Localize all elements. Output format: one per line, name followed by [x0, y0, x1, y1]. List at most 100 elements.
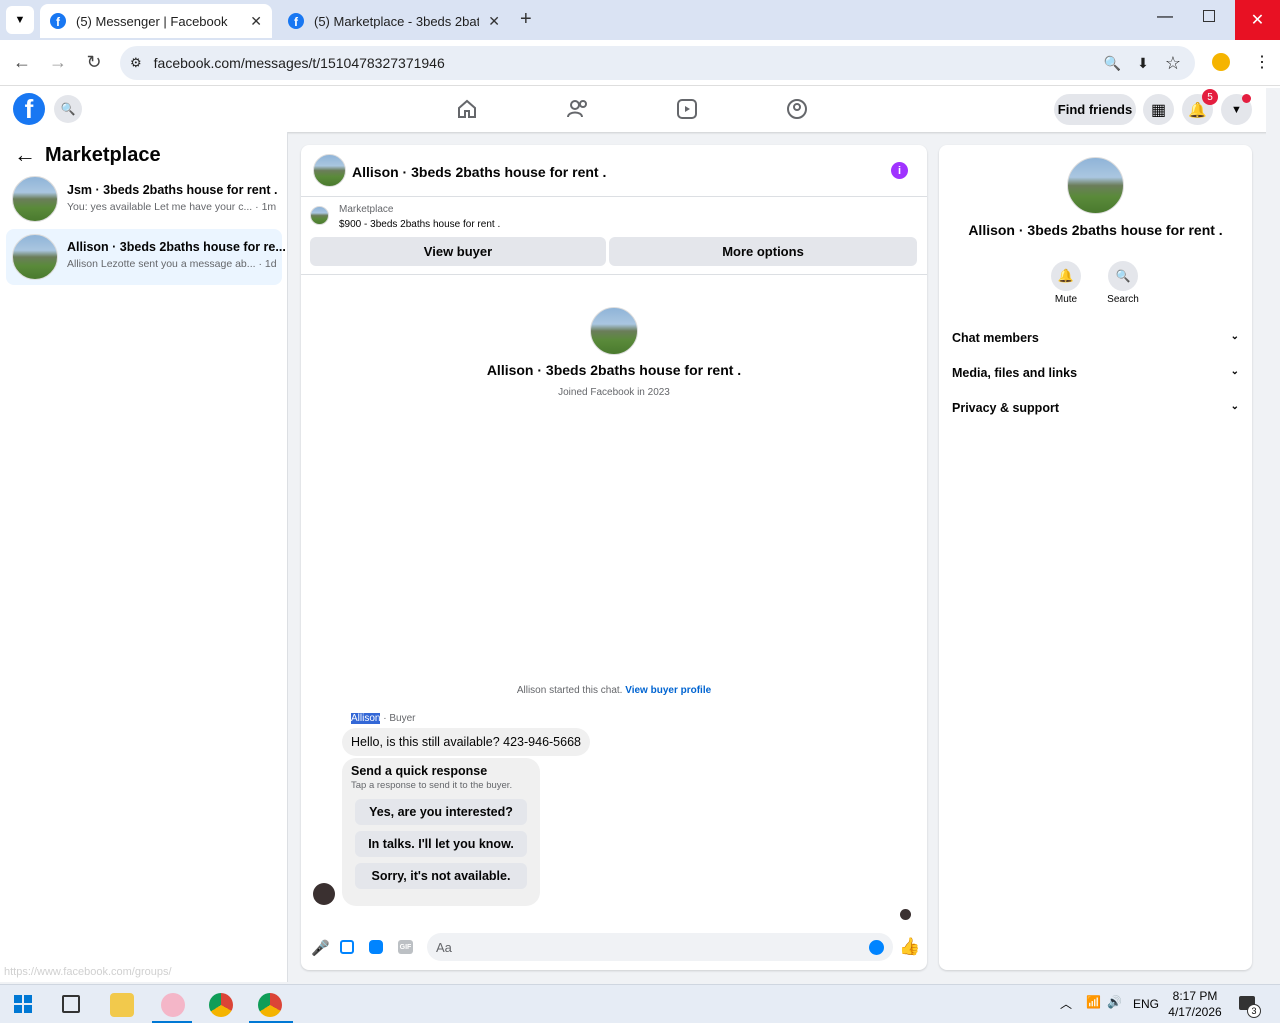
network-icon[interactable]: 📶: [1086, 995, 1101, 1009]
quick-response-subtitle: Tap a response to send it to the buyer.: [351, 780, 513, 791]
mute-bell-icon[interactable]: 🔔: [1051, 261, 1081, 291]
microphone-icon[interactable]: 🎤: [311, 939, 330, 957]
quick-reply-in-talks-button[interactable]: In talks. I'll let you know.: [355, 831, 527, 857]
search-icon[interactable]: 🔍: [1108, 261, 1138, 291]
quick-reply-yes-button[interactable]: Yes, are you interested?: [355, 799, 527, 825]
extension-icon[interactable]: [1212, 53, 1230, 71]
groups-icon[interactable]: [786, 98, 808, 120]
sender-label: Allison · Buyer: [351, 713, 416, 724]
emoji-icon[interactable]: [869, 940, 884, 955]
chevron-down-icon: ⌄: [1230, 401, 1239, 412]
section-media-files-links[interactable]: Media, files and links ⌄: [952, 366, 1239, 380]
quick-reply-not-available-button[interactable]: Sorry, it's not available.: [355, 863, 527, 889]
search-icon[interactable]: 🔍: [54, 95, 82, 123]
page-scrollbar[interactable]: [1266, 88, 1280, 982]
quick-response-card: Send a quick response Tap a response to …: [342, 758, 540, 906]
file-explorer-icon[interactable]: [110, 993, 134, 1017]
reload-icon[interactable]: ↻: [80, 52, 108, 73]
info-avatar[interactable]: [1067, 157, 1124, 214]
volume-icon[interactable]: 🔊: [1107, 995, 1122, 1009]
search-label: Search: [1107, 294, 1139, 305]
mute-label: Mute: [1054, 294, 1078, 305]
thread-avatar: [12, 234, 58, 280]
photo-icon[interactable]: [340, 940, 354, 954]
view-buyer-profile-link[interactable]: View buyer profile: [625, 685, 711, 696]
install-icon[interactable]: ⬇: [1137, 55, 1149, 72]
divider: [301, 196, 927, 197]
like-thumb-icon[interactable]: 👍: [899, 937, 920, 957]
browser-tab-bar: ▼ f (5) Messenger | Facebook ✕ f (5) Mar…: [0, 0, 1280, 40]
info-name: Allison · 3beds 2baths house for rent .: [968, 222, 1223, 238]
find-friends-button[interactable]: Find friends: [1054, 94, 1136, 125]
facebook-favicon-icon: f: [50, 13, 66, 29]
chat-started-notice: Allison started this chat. View buyer pr…: [516, 685, 712, 696]
address-bar[interactable]: ⚙ facebook.com/messages/t/15104783273719…: [120, 46, 1195, 80]
snipping-tool-icon[interactable]: [161, 993, 185, 1017]
facebook-header: f 🔍 Find friends ▦ 🔔 5 ▼: [0, 86, 1280, 132]
thread-snippet: You: yes available Let me have your c...…: [67, 201, 277, 213]
notification-count-badge: 3: [1247, 1004, 1261, 1018]
tab-title: (5) Marketplace - 3beds 2baths: [314, 13, 479, 29]
clock-date: 4/17/2026: [1168, 1005, 1222, 1019]
forward-icon[interactable]: →: [44, 52, 72, 73]
message-input[interactable]: Aa: [427, 933, 893, 961]
chevron-down-icon: ⌄: [1230, 366, 1239, 377]
tab-messenger[interactable]: f (5) Messenger | Facebook ✕: [40, 4, 272, 38]
close-tab-icon[interactable]: ✕: [250, 13, 262, 30]
tab-marketplace[interactable]: f (5) Marketplace - 3beds 2baths ✕: [278, 4, 510, 38]
clock[interactable]: 8:17 PM 4/17/2026: [1164, 988, 1226, 1020]
chat-header-avatar[interactable]: [313, 154, 346, 187]
more-options-button[interactable]: More options: [609, 237, 917, 266]
language-indicator[interactable]: ENG: [1133, 997, 1159, 1011]
back-arrow-icon[interactable]: ←: [14, 142, 36, 168]
bookmark-star-icon[interactable]: ☆: [1165, 53, 1181, 74]
home-icon[interactable]: [456, 98, 478, 120]
task-view-icon[interactable]: [62, 995, 80, 1013]
friends-icon[interactable]: [566, 98, 590, 120]
facebook-logo-icon[interactable]: f: [13, 93, 45, 125]
gif-icon[interactable]: GIF: [398, 940, 413, 954]
panel-title: Marketplace: [45, 144, 161, 166]
conversation-info-icon[interactable]: i: [891, 162, 908, 179]
view-buyer-button[interactable]: View buyer: [310, 237, 606, 266]
windows-taskbar: ︿ 📶 🔊 ENG 8:17 PM 4/17/2026 3: [0, 984, 1280, 1023]
chat-title[interactable]: Allison · 3beds 2baths house for rent .: [352, 164, 606, 180]
new-tab-icon[interactable]: +: [520, 8, 532, 31]
back-icon[interactable]: ←: [8, 52, 36, 73]
profile-name: Allison · 3beds 2baths house for rent .: [486, 362, 742, 378]
chat-panel: Allison · 3beds 2baths house for rent . …: [301, 145, 927, 970]
close-tab-icon[interactable]: ✕: [488, 13, 500, 30]
restore-icon[interactable]: [1203, 10, 1215, 22]
browser-menu-icon[interactable]: ⋮: [1254, 52, 1270, 72]
conversation-info-panel: Allison · 3beds 2baths house for rent . …: [939, 145, 1252, 970]
menu-grid-icon[interactable]: ▦: [1143, 94, 1174, 125]
listing-text: $900 - 3beds 2baths house for rent .: [339, 219, 501, 230]
site-info-icon[interactable]: ⚙: [130, 55, 142, 71]
minimize-icon[interactable]: —: [1157, 8, 1173, 26]
message-bubble[interactable]: Hello, is this still available? 423-946-…: [342, 728, 590, 756]
sticker-icon[interactable]: [369, 940, 383, 954]
close-window-icon[interactable]: ✕: [1235, 0, 1280, 40]
account-dot-badge: [1242, 94, 1251, 103]
tab-search-button[interactable]: ▼: [6, 6, 34, 34]
windows-start-icon[interactable]: [14, 995, 32, 1013]
video-icon[interactable]: [676, 98, 698, 120]
section-privacy-support[interactable]: Privacy & support ⌄: [952, 401, 1239, 415]
notification-count-badge: 5: [1202, 89, 1218, 105]
thread-snippet: Allison Lezotte sent you a message ab...…: [67, 258, 277, 270]
clock-time: 8:17 PM: [1172, 989, 1218, 1003]
sender-avatar: [313, 883, 335, 905]
thread-item[interactable]: Jsm · 3beds 2baths house for rent . You:…: [6, 172, 282, 226]
tray-chevron-icon[interactable]: ︿: [1060, 995, 1072, 1012]
chrome-icon[interactable]: [209, 993, 233, 1017]
sender-name: Allison: [351, 713, 381, 724]
zoom-icon[interactable]: 🔍: [1104, 55, 1121, 72]
status-url: https://www.facebook.com/groups/: [4, 966, 172, 978]
thread-item-selected[interactable]: Allison · 3beds 2baths house for re... A…: [6, 229, 286, 285]
quick-response-title: Send a quick response: [351, 764, 488, 778]
browser-toolbar: ← → ↻ ⚙ facebook.com/messages/t/15104783…: [0, 40, 1280, 86]
section-chat-members[interactable]: Chat members ⌄: [952, 331, 1239, 345]
chrome-icon[interactable]: [258, 993, 282, 1017]
tab-title: (5) Messenger | Facebook: [76, 13, 228, 29]
profile-avatar[interactable]: [590, 307, 638, 355]
